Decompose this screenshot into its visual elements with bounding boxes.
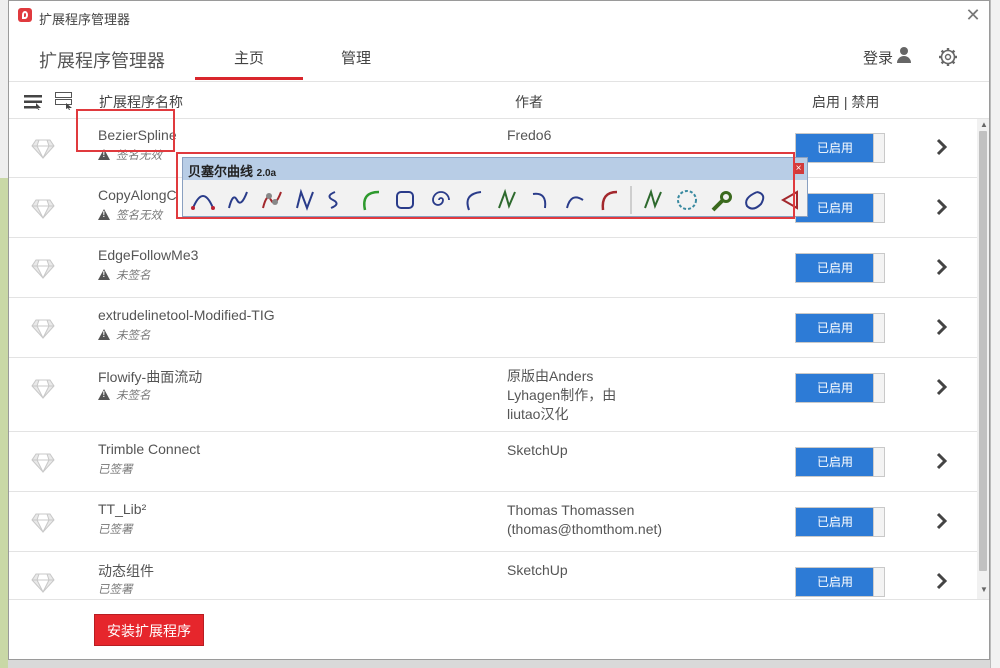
detail-view-icon[interactable] (55, 92, 73, 110)
chevron-right-icon[interactable] (935, 258, 949, 276)
signature-status: 已签署 (98, 524, 133, 536)
enable-toggle[interactable]: 已启用 (795, 133, 885, 163)
extension-gem-icon (31, 453, 55, 473)
scroll-up-icon[interactable]: ▲ (980, 120, 988, 129)
extension-name: EdgeFollowMe3 (98, 247, 199, 263)
extension-name: Trimble Connect (98, 441, 201, 457)
extension-name: TT_Lib² (98, 501, 147, 517)
extension-gem-icon (31, 259, 55, 279)
enable-toggle[interactable]: 已启用 (795, 507, 885, 537)
chevron-right-icon[interactable] (935, 378, 949, 396)
signature-status: 未签名 (98, 387, 151, 403)
enable-toggle[interactable]: 已启用 (795, 447, 885, 477)
warning-icon (98, 329, 110, 340)
vertical-scrollbar[interactable]: ▲ ▼ (977, 119, 989, 599)
active-tab-indicator (195, 77, 303, 80)
background-app-left (0, 0, 8, 668)
chevron-right-icon[interactable] (935, 572, 949, 590)
tab-manage[interactable]: 管理 (341, 47, 371, 68)
extension-row-edgefollowme[interactable]: EdgeFollowMe3 未签名 已启用 (9, 238, 977, 298)
enable-toggle[interactable]: 已启用 (795, 193, 885, 223)
extension-name: Flowify-曲面流动 (98, 369, 203, 385)
chevron-right-icon[interactable] (935, 452, 949, 470)
chevron-right-icon[interactable] (935, 318, 949, 336)
extension-row-flowify[interactable]: Flowify-曲面流动 未签名 原版由Anders Lyhagen制作，由 l… (9, 358, 977, 432)
background-app-right (990, 0, 1000, 668)
extension-author: SketchUp (507, 442, 568, 458)
extension-gem-icon (31, 139, 55, 159)
gear-icon[interactable] (938, 47, 958, 67)
sketchup-logo-icon (18, 8, 32, 22)
scroll-down-icon[interactable]: ▼ (980, 585, 988, 594)
extension-author: Thomas Thomassen (thomas@thomthom.net) (507, 502, 663, 537)
install-extension-button[interactable]: 安装扩展程序 (94, 614, 204, 646)
extension-author: Fredo6 (507, 127, 552, 143)
extension-row-dynamic-components[interactable]: 动态组件 已签署 SketchUp 已启用 (9, 552, 977, 599)
enable-toggle[interactable]: 已启用 (795, 373, 885, 403)
warning-icon (98, 209, 110, 220)
extension-gem-icon (31, 199, 55, 219)
enable-toggle[interactable]: 已启用 (795, 313, 885, 343)
signature-status: 已签署 (98, 584, 133, 596)
extension-gem-icon (31, 379, 55, 399)
extension-row-trimble-connect[interactable]: Trimble Connect 已签署 SketchUp 已启用 (9, 432, 977, 492)
extension-name: extrudelinetool-Modified-TIG (98, 307, 275, 323)
extension-gem-icon (31, 513, 55, 533)
chevron-right-icon[interactable] (935, 512, 949, 530)
signature-status: 已签署 (98, 464, 133, 476)
window-title: 扩展程序管理器 (39, 12, 131, 27)
highlight-box-toolbar (176, 152, 795, 219)
extension-row-extrudelinetool[interactable]: extrudelinetool-Modified-TIG 未签名 已启用 (9, 298, 977, 358)
extension-manager-window: 扩展程序管理器 ✕ 扩展程序管理器 主页 管理 登录 扩展程序名称 作者 启用 … (8, 0, 990, 660)
enable-toggle[interactable]: 已启用 (795, 253, 885, 283)
login-link[interactable]: 登录 (863, 47, 893, 68)
list-view-icon[interactable] (24, 94, 42, 110)
scrollbar-thumb[interactable] (979, 131, 987, 571)
footer: 安装扩展程序 (9, 599, 989, 662)
extension-gem-icon (31, 319, 55, 339)
warning-icon (98, 389, 110, 400)
enable-toggle[interactable]: 已启用 (795, 567, 885, 597)
extension-author: 原版由Anders Lyhagen制作，由 liutao汉化 (507, 368, 617, 422)
extension-gem-icon (31, 573, 55, 593)
user-icon[interactable] (897, 47, 911, 63)
column-header-author: 作者 (515, 94, 543, 110)
warning-icon (98, 269, 110, 280)
close-icon[interactable]: ✕ (963, 5, 983, 25)
signature-status: 未签名 (98, 267, 151, 283)
chevron-right-icon[interactable] (935, 198, 949, 216)
nav-bar: 扩展程序管理器 主页 管理 登录 (9, 33, 989, 82)
column-header-enable: 启用 | 禁用 (812, 94, 880, 110)
signature-status: 签名无效 (98, 207, 162, 223)
extension-name: 动态组件 (98, 563, 154, 579)
extension-author: SketchUp (507, 562, 568, 578)
highlight-box-bezierspline (76, 109, 175, 152)
title-bar: 扩展程序管理器 ✕ (9, 1, 989, 33)
signature-status: 未签名 (98, 327, 151, 343)
tab-home[interactable]: 主页 (234, 47, 264, 68)
chevron-right-icon[interactable] (935, 138, 949, 156)
extension-name: CopyAlongC (98, 187, 177, 203)
nav-title: 扩展程序管理器 (39, 51, 165, 71)
extension-row-tt-lib[interactable]: TT_Lib² 已签署 Thomas Thomassen (thomas@tho… (9, 492, 977, 552)
